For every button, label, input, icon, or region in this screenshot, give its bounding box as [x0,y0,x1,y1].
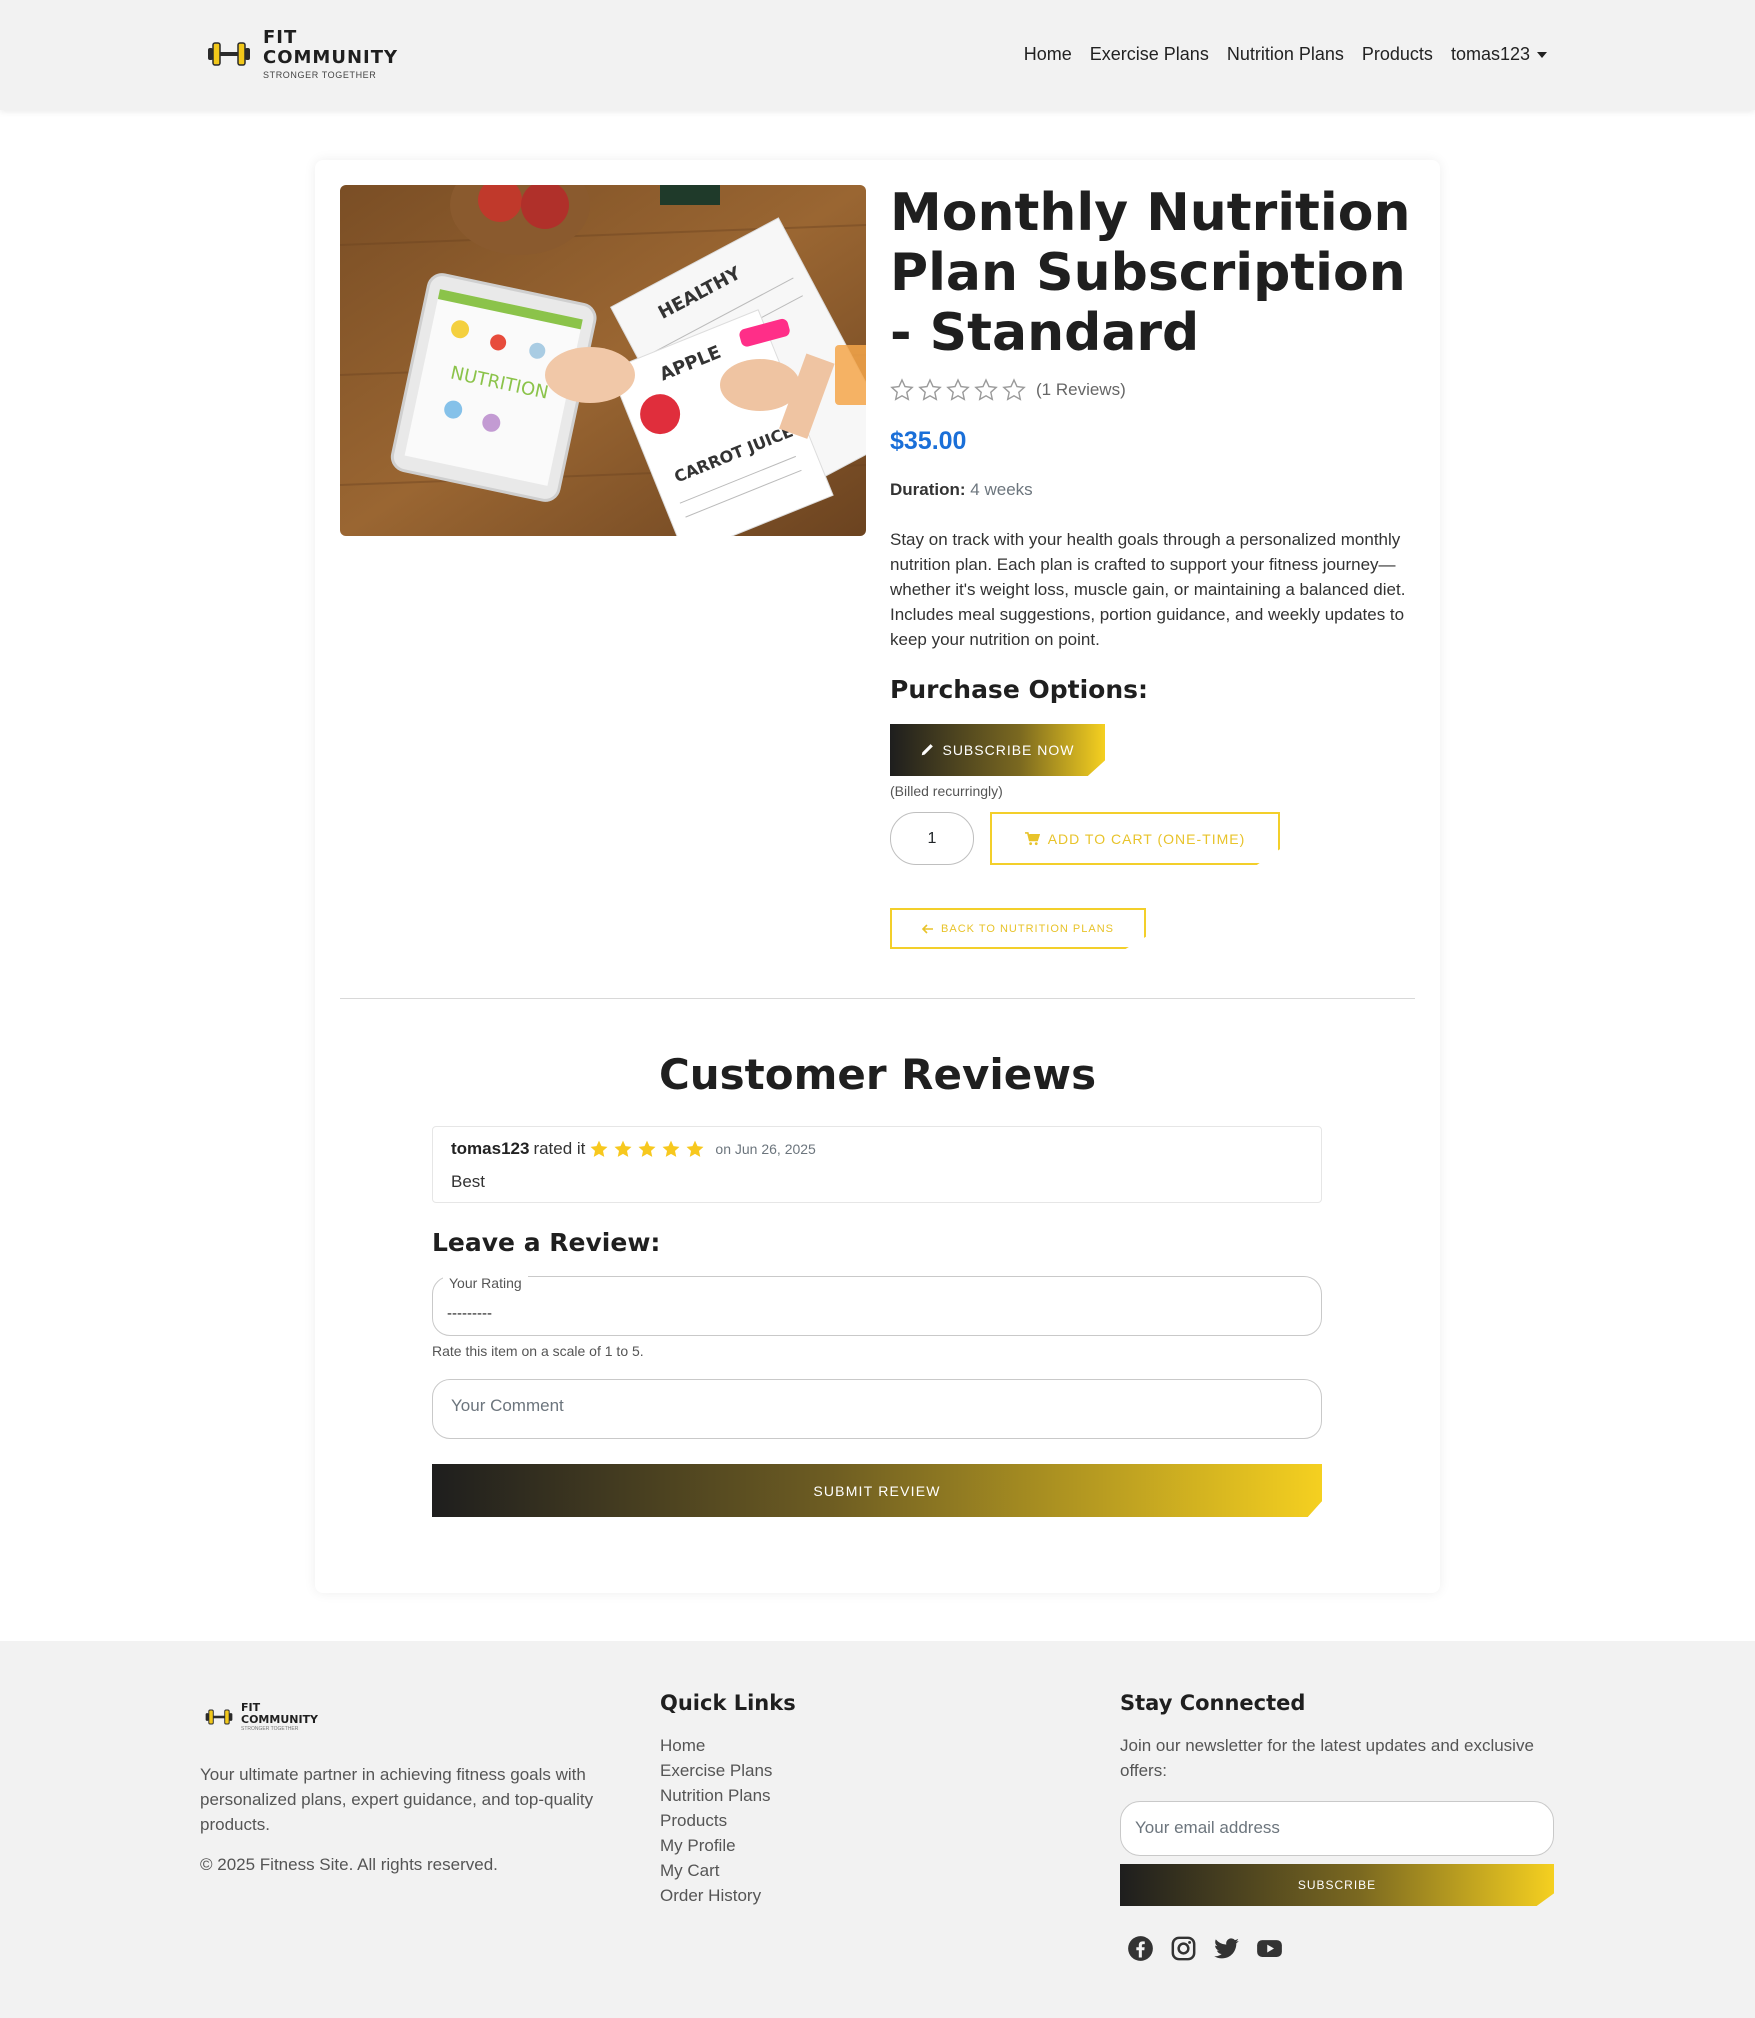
product-price: $35.00 [890,427,967,455]
nav-links: Home Exercise Plans Nutrition Plans Prod… [1024,44,1547,65]
reviews-count: (1 Reviews) [1036,380,1126,399]
star-filled-icon [614,1140,632,1157]
nav-home[interactable]: Home [1024,44,1072,65]
product-duration: Duration: 4 weeks [890,480,1033,500]
review-rated-text: rated it [533,1139,586,1158]
footer-link-exercise-plans[interactable]: Exercise Plans [660,1758,772,1783]
footer-brand-tagline: STRONGER TOGETHER [241,1726,299,1732]
instagram-icon[interactable] [1170,1935,1197,1962]
footer-copyright: © 2025 Fitness Site. All rights reserved… [200,1855,498,1874]
back-to-nutrition-plans-button[interactable]: BACK TO NUTRITION PLANS [890,908,1146,949]
brand-logo[interactable]: FIT COMMUNITY STRONGER TOGETHER [207,28,398,80]
facebook-icon[interactable] [1127,1935,1154,1962]
nav-nutrition-plans[interactable]: Nutrition Plans [1227,44,1344,65]
caret-down-icon [1537,52,1547,59]
duration-value: 4 weeks [970,480,1033,499]
duration-label: Duration: [890,480,966,499]
nav-exercise-plans[interactable]: Exercise Plans [1090,44,1209,65]
star-outline-icon [946,378,970,401]
navbar: FIT COMMUNITY STRONGER TOGETHER Home Exe… [0,0,1755,110]
footer-link-my-cart[interactable]: My Cart [660,1858,772,1883]
purchase-options-heading: Purchase Options: [890,675,1148,704]
product-title: Monthly Nutrition Plan Subscription - St… [890,183,1411,363]
rating-help-text: Rate this item on a scale of 1 to 5. [432,1343,644,1359]
star-filled-icon [686,1140,704,1157]
billed-note: (Billed recurringly) [890,783,1003,799]
comment-textarea[interactable]: Your Comment [432,1379,1322,1439]
stay-connected-heading: Stay Connected [1120,1691,1306,1715]
social-links [1127,1935,1283,1962]
add-to-cart-button[interactable]: ADD TO CART (ONE-TIME) [990,812,1280,865]
nutrition-tablet-photo-icon: NUTRITION HEALTHY APPLE CARROT JUICE [340,185,866,536]
dumbbell-icon [208,42,250,66]
leave-review-heading: Leave a Review: [432,1228,661,1257]
star-outline-icon [918,378,942,401]
user-name: tomas123 [1450,44,1530,64]
add-to-cart-label: ADD TO CART (ONE-TIME) [1047,830,1246,847]
review-date: on Jun 26, 2025 [715,1141,816,1157]
back-label: BACK TO NUTRITION PLANS [941,922,1114,935]
youtube-icon[interactable] [1256,1935,1283,1962]
review-header: tomas123 rated it on Jun 26, 2025 [451,1139,816,1159]
section-divider [340,998,1415,999]
footer-logo[interactable]: FIT COMMUNITY STRONGER TOGETHER [205,1702,318,1732]
newsletter-subscribe-label: SUBSCRIBE [1297,1878,1377,1892]
star-outline-icon [890,378,914,401]
email-input[interactable]: Your email address [1120,1801,1554,1856]
subscribe-now-button[interactable]: SUBSCRIBE NOW [890,724,1105,776]
footer-link-order-history[interactable]: Order History [660,1883,772,1908]
submit-review-label: SUBMIT REVIEW [813,1482,941,1499]
brand-line1: FIT [263,27,298,48]
review-item: tomas123 rated it on Jun 26, 2025 Best [432,1126,1322,1203]
quick-links: Home Exercise Plans Nutrition Plans Prod… [660,1733,772,1908]
review-comment: Best [451,1172,486,1191]
product-image: NUTRITION HEALTHY APPLE CARROT JUICE [340,185,866,536]
footer-about: Your ultimate partner in achieving fitne… [200,1765,594,1834]
submit-review-button[interactable]: SUBMIT REVIEW [432,1464,1322,1517]
star-outline-icon [1002,378,1026,401]
cart-icon [1024,831,1040,845]
footer-link-nutrition-plans[interactable]: Nutrition Plans [660,1783,772,1808]
newsletter-subscribe-button[interactable]: SUBSCRIBE [1120,1864,1554,1906]
footer-link-products[interactable]: Products [660,1808,772,1833]
quantity-input[interactable]: 1 [890,812,974,865]
footer-link-home[interactable]: Home [660,1733,772,1758]
brand-line2: COMMUNITY [263,47,399,68]
quick-links-heading: Quick Links [660,1691,796,1715]
user-menu[interactable]: tomas123 [1451,44,1547,65]
product-rating: (1 Reviews) [890,378,1126,402]
brand-tagline: STRONGER TOGETHER [263,70,377,80]
review-user: tomas123 [451,1139,530,1158]
twitter-icon[interactable] [1213,1935,1240,1962]
newsletter-text: Join our newsletter for the latest updat… [1120,1736,1534,1780]
customer-reviews-heading: Customer Reviews [658,1050,1097,1099]
arrow-left-icon [922,923,934,934]
product-description: Stay on track with your health goals thr… [890,530,1406,649]
footer-brand-line2: COMMUNITY [241,1713,319,1726]
pencil-icon [922,744,934,756]
rating-label: Your Rating [443,1275,528,1291]
star-filled-icon [590,1140,608,1157]
star-filled-icon [662,1140,680,1157]
star-filled-icon [638,1140,656,1157]
rating-select[interactable]: Your Rating --------- [432,1275,1322,1336]
rating-value: --------- [447,1305,492,1322]
dumbbell-icon [205,1709,233,1725]
footer-link-my-profile[interactable]: My Profile [660,1833,772,1858]
star-outline-icon [974,378,998,401]
subscribe-now-label: SUBSCRIBE NOW [942,742,1075,758]
nav-products[interactable]: Products [1362,44,1433,65]
